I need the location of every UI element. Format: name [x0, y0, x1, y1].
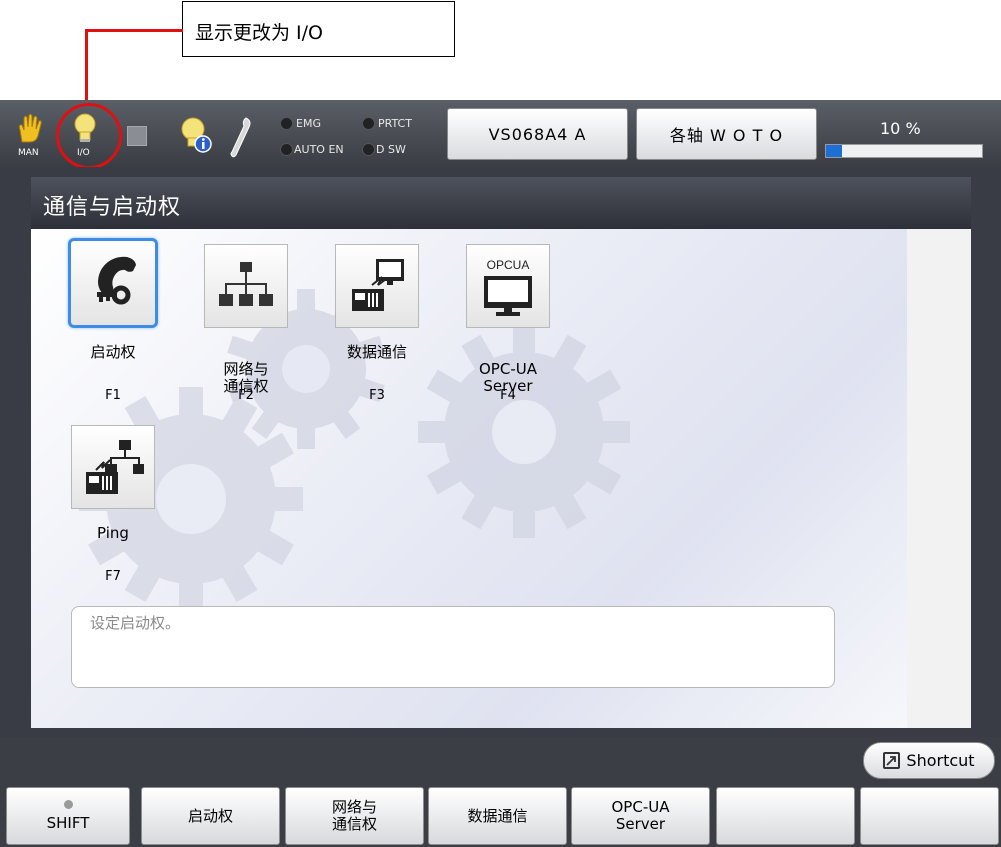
shift-indicator-led: [63, 800, 73, 809]
fkey-6[interactable]: [860, 787, 999, 845]
shortcut-button[interactable]: Shortcut: [863, 742, 995, 779]
tile-opcua-server[interactable]: OPCUA: [466, 244, 550, 328]
page-title: 通信与启动权: [31, 177, 971, 229]
callout-line-vertical: [85, 29, 88, 104]
info-bulb-icon[interactable]: [178, 116, 214, 160]
fkey-5[interactable]: [716, 787, 855, 845]
speed-bar[interactable]: [825, 144, 983, 158]
fkey-1[interactable]: 启动权: [141, 787, 280, 845]
tile-network-rights[interactable]: [204, 244, 288, 328]
fkey-3-label: 数据通信: [467, 806, 528, 825]
tile-key-f1: F1: [105, 388, 121, 403]
speed-percent: 10 %: [880, 119, 921, 138]
data-communication-icon: [352, 259, 404, 311]
emg-led: [280, 117, 293, 130]
ping-icon: [86, 440, 144, 494]
menu-body: 启动权 F1 网络与 通信权 F2 数据通信 F3 OPCUA OPC-UA S…: [31, 229, 907, 728]
shortcut-label: Shortcut: [906, 751, 975, 770]
emg-label: EMG: [296, 117, 321, 130]
menu-panel: 通信与启动权 启动权 F1 网络与 通信权 F2 数据通信 F3 OPCUA O…: [31, 177, 971, 728]
prtct-led: [362, 117, 375, 130]
fkey-2-label: 网络与 通信权: [331, 798, 377, 833]
fkey-1-label: 启动权: [187, 806, 233, 825]
d-sw-led: [362, 143, 375, 156]
shortcut-icon: [883, 752, 901, 769]
opcua-icon-text: OPCUA: [487, 258, 530, 272]
callout-note: 显示更改为 I/O: [182, 1, 455, 57]
tile-label-ping: Ping: [97, 524, 129, 542]
stop-square-icon: [127, 126, 147, 146]
auto-en-led: [280, 143, 293, 156]
prtct-label: PRTCT: [378, 117, 412, 130]
tile-key-f7: F7: [105, 569, 121, 584]
network-tree-icon: [219, 262, 273, 306]
fkey-4-label: OPC-UA Server: [611, 798, 670, 833]
callout-highlight-circle: [56, 103, 122, 169]
fkey-3[interactable]: 数据通信: [428, 787, 567, 845]
fkey-2[interactable]: 网络与 通信权: [285, 787, 424, 845]
tile-label-data-communication: 数据通信: [346, 343, 407, 361]
speed-bar-fill: [826, 145, 842, 157]
robot-model-button[interactable]: VS068A4 A: [447, 108, 628, 160]
fkey-shift-label: SHIFT: [46, 814, 90, 832]
telephone-key-icon: [97, 256, 136, 305]
man-label: MAN: [18, 148, 39, 158]
tile-startup-right[interactable]: [68, 238, 158, 328]
wrench-icon[interactable]: [228, 115, 254, 163]
tile-data-communication[interactable]: [335, 244, 419, 328]
tile-ping[interactable]: [71, 425, 155, 509]
tile-key-f2: F2: [238, 388, 254, 403]
fkey-shift[interactable]: SHIFT: [6, 787, 130, 845]
fkey-4[interactable]: OPC-UA Server: [571, 787, 710, 845]
tile-key-f4: F4: [500, 388, 516, 403]
description-box: 设定启动权。: [71, 606, 835, 688]
tile-label-startup-right: 启动权: [90, 343, 136, 361]
hand-icon[interactable]: [14, 112, 50, 148]
axis-mode-button[interactable]: 各轴 W O T O: [636, 108, 817, 160]
opcua-monitor-icon: OPCUA: [484, 258, 532, 316]
auto-en-label: AUTO EN: [294, 143, 344, 156]
panel-sidebar: [907, 229, 971, 728]
tile-key-f3: F3: [369, 388, 385, 403]
callout-line-horizontal: [87, 29, 183, 32]
d-sw-label: D SW: [376, 143, 406, 156]
